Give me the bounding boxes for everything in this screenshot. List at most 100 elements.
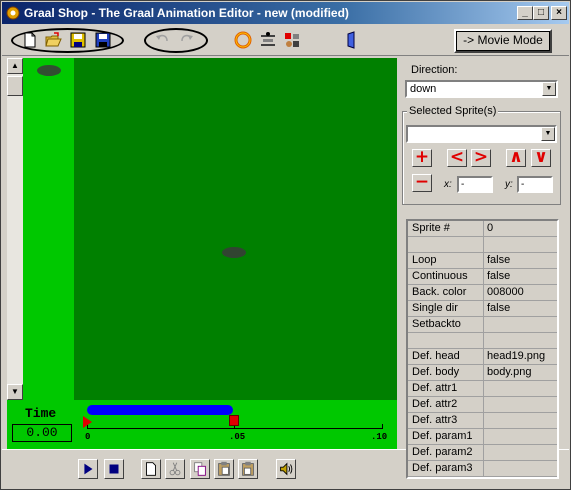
move-up-button[interactable]: ∧ — [506, 149, 526, 167]
property-key: Def. param3 — [408, 461, 484, 476]
minimize-button[interactable]: _ — [517, 6, 533, 20]
table-row[interactable]: Loop false — [408, 253, 557, 269]
cut-frame-icon[interactable] — [165, 459, 185, 479]
ring-icon[interactable] — [233, 30, 253, 50]
table-row[interactable]: Def. attr1 — [408, 381, 557, 397]
app-window: Graal Shop - The Graal Animation Editor … — [0, 0, 571, 490]
table-row[interactable]: Def. param1 — [408, 429, 557, 445]
property-value[interactable]: 008000 — [484, 285, 557, 300]
new-frame-icon[interactable] — [141, 459, 161, 479]
copy-frame-icon[interactable] — [190, 459, 210, 479]
door-icon[interactable] — [342, 31, 360, 49]
property-key: Loop — [408, 253, 484, 268]
property-value[interactable] — [484, 461, 557, 476]
property-value[interactable]: false — [484, 269, 557, 284]
table-row[interactable]: Setbackto — [408, 317, 557, 333]
animation-stage[interactable] — [74, 58, 397, 400]
tick-label-mid: .05 — [229, 432, 246, 442]
window-title: Graal Shop - The Graal Animation Editor … — [24, 6, 349, 20]
table-row[interactable]: Single dir false — [408, 301, 557, 317]
table-row[interactable]: Def. body body.png — [408, 365, 557, 381]
stop-icon[interactable] — [104, 459, 124, 479]
timeline-track[interactable] — [87, 428, 383, 429]
properties-table: Sprite #0 Loop false Continuous false Back… — [406, 219, 559, 479]
table-row[interactable]: Def. attr2 — [408, 397, 557, 413]
animation-duration-bar[interactable] — [87, 405, 233, 415]
property-key: Def. head — [408, 349, 484, 364]
chevron-down-icon[interactable]: ▼ — [541, 127, 555, 141]
tick-label-end: .10 — [371, 432, 388, 442]
selected-sprite-select[interactable]: ▼ — [406, 125, 557, 143]
movie-mode-button[interactable]: -> Movie Mode — [454, 29, 552, 53]
paste-frame-icon[interactable] — [214, 459, 234, 479]
direction-select[interactable]: down ▼ — [405, 80, 558, 98]
move-right-button[interactable]: > — [471, 149, 491, 167]
property-key: Def. attr3 — [408, 413, 484, 428]
direction-label: Direction: — [411, 64, 458, 76]
remove-sprite-button[interactable]: − — [412, 174, 432, 192]
property-value[interactable] — [484, 333, 557, 348]
scroll-thumb[interactable] — [7, 76, 23, 96]
property-key: Setbackto — [408, 317, 484, 332]
frame-marker[interactable] — [229, 415, 239, 426]
direction-value: down — [410, 83, 437, 95]
canvas-scrollbar[interactable]: ▲ ▼ — [7, 58, 23, 400]
scroll-down-arrow-icon[interactable]: ▼ — [7, 384, 23, 400]
table-row[interactable]: Def. param2 — [408, 445, 557, 461]
app-logo-icon — [6, 6, 20, 20]
property-value[interactable]: body.png — [484, 365, 557, 380]
property-value[interactable] — [484, 397, 557, 412]
table-row[interactable]: Def. attr3 — [408, 413, 557, 429]
sprite-shadow-thumbnail[interactable] — [37, 65, 61, 76]
sprite-tool-icon[interactable] — [259, 31, 277, 49]
sprite-mix-icon[interactable] — [283, 31, 301, 49]
property-value[interactable] — [484, 413, 557, 428]
close-button[interactable]: × — [551, 6, 567, 20]
chevron-down-icon[interactable]: ▼ — [542, 82, 556, 96]
y-field[interactable]: - — [517, 176, 553, 193]
table-row[interactable]: Sprite #0 — [408, 221, 557, 237]
timeline-tick — [382, 424, 383, 429]
save-icon[interactable] — [69, 31, 87, 49]
start-flag-icon[interactable] — [83, 416, 92, 428]
table-row[interactable]: Def. head head19.png — [408, 349, 557, 365]
property-value[interactable]: false — [484, 253, 557, 268]
sound-icon[interactable] — [276, 459, 296, 479]
new-icon[interactable] — [21, 31, 39, 49]
title-bar[interactable]: Graal Shop - The Graal Animation Editor … — [2, 2, 569, 24]
property-value[interactable]: 0 — [484, 221, 557, 236]
property-key — [408, 333, 484, 348]
table-row[interactable]: Continuous false — [408, 269, 557, 285]
time-value: 0.00 — [12, 424, 72, 442]
property-value[interactable]: false — [484, 301, 557, 316]
property-value[interactable] — [484, 429, 557, 444]
y-label: y: — [505, 179, 513, 190]
property-value[interactable]: head19.png — [484, 349, 557, 364]
table-row[interactable] — [408, 237, 557, 253]
x-field[interactable]: - — [457, 176, 493, 193]
property-key: Def. body — [408, 365, 484, 380]
table-row[interactable] — [408, 333, 557, 349]
scroll-up-arrow-icon[interactable]: ▲ — [7, 58, 23, 74]
paste-before-icon[interactable] — [238, 459, 258, 479]
open-icon[interactable] — [44, 31, 62, 49]
property-key: Def. attr1 — [408, 381, 484, 396]
move-left-button[interactable]: < — [447, 149, 467, 167]
sprite-shadow[interactable] — [222, 247, 246, 258]
undo-icon[interactable] — [153, 31, 171, 49]
animation-canvas[interactable] — [23, 58, 397, 400]
property-value[interactable] — [484, 237, 557, 252]
property-key: Continuous — [408, 269, 484, 284]
property-value[interactable] — [484, 381, 557, 396]
time-label: Time — [25, 406, 57, 421]
move-down-button[interactable]: ∨ — [531, 149, 551, 167]
maximize-button[interactable]: □ — [533, 6, 549, 20]
save-as-icon[interactable] — [94, 31, 112, 49]
table-row[interactable]: Def. param3 — [408, 461, 557, 477]
property-value[interactable] — [484, 445, 557, 460]
table-row[interactable]: Back. color 008000 — [408, 285, 557, 301]
play-icon[interactable] — [78, 459, 98, 479]
redo-icon[interactable] — [178, 31, 196, 49]
add-sprite-button[interactable]: + — [412, 149, 432, 167]
property-value[interactable] — [484, 317, 557, 332]
